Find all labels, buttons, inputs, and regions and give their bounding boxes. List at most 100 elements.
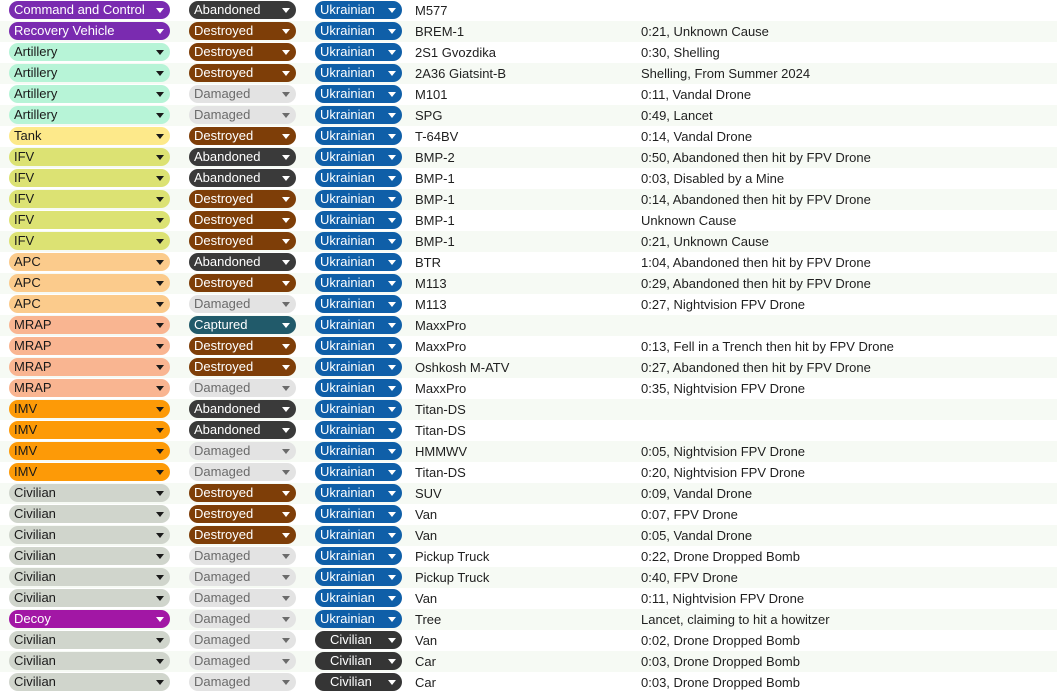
side-dropdown[interactable]: Ukrainian (315, 64, 402, 82)
status-dropdown[interactable]: Damaged (189, 379, 296, 397)
status-dropdown[interactable]: Damaged (189, 463, 296, 481)
vehicle-type-dropdown[interactable]: Artillery (9, 43, 170, 61)
status-dropdown[interactable]: Destroyed (189, 274, 296, 292)
vehicle-type-dropdown[interactable]: APC (9, 274, 170, 292)
side-dropdown[interactable]: Ukrainian (315, 211, 402, 229)
side-dropdown[interactable]: Ukrainian (315, 610, 402, 628)
status-dropdown[interactable]: Abandoned (189, 421, 296, 439)
vehicle-type-dropdown[interactable]: Civilian (9, 505, 170, 523)
vehicle-type-dropdown[interactable]: IMV (9, 421, 170, 439)
side-dropdown[interactable]: Civilian (315, 631, 402, 649)
vehicle-type-dropdown[interactable]: MRAP (9, 379, 170, 397)
status-dropdown[interactable]: Destroyed (189, 127, 296, 145)
vehicle-type-dropdown[interactable]: IMV (9, 463, 170, 481)
side-dropdown[interactable]: Ukrainian (315, 22, 402, 40)
vehicle-type-dropdown[interactable]: Decoy (9, 610, 170, 628)
status-dropdown[interactable]: Destroyed (189, 64, 296, 82)
table-row: APC Destroyed Ukrainian M113 0:29, Abandoned… (0, 273, 1057, 294)
status-dropdown[interactable]: Abandoned (189, 400, 296, 418)
status-dropdown[interactable]: Damaged (189, 295, 296, 313)
status-dropdown[interactable]: Abandoned (189, 253, 296, 271)
vehicle-type-dropdown[interactable]: MRAP (9, 316, 170, 334)
side-dropdown[interactable]: Ukrainian (315, 547, 402, 565)
vehicle-type-dropdown[interactable]: IMV (9, 442, 170, 460)
side-dropdown[interactable]: Ukrainian (315, 43, 402, 61)
vehicle-type-dropdown[interactable]: Civilian (9, 484, 170, 502)
status-dropdown[interactable]: Destroyed (189, 337, 296, 355)
status-dropdown[interactable]: Destroyed (189, 22, 296, 40)
status-dropdown[interactable]: Destroyed (189, 526, 296, 544)
side-dropdown[interactable]: Ukrainian (315, 337, 402, 355)
side-dropdown[interactable]: Civilian (315, 673, 402, 691)
status-dropdown[interactable]: Destroyed (189, 505, 296, 523)
status-dropdown[interactable]: Damaged (189, 673, 296, 691)
vehicle-type-dropdown[interactable]: Civilian (9, 673, 170, 691)
vehicle-type-dropdown[interactable]: MRAP (9, 358, 170, 376)
side-dropdown[interactable]: Ukrainian (315, 232, 402, 250)
vehicle-type-dropdown[interactable]: IFV (9, 148, 170, 166)
side-dropdown[interactable]: Ukrainian (315, 484, 402, 502)
status-dropdown[interactable]: Captured (189, 316, 296, 334)
side-dropdown[interactable]: Ukrainian (315, 190, 402, 208)
vehicle-type-dropdown[interactable]: APC (9, 295, 170, 313)
side-dropdown[interactable]: Ukrainian (315, 463, 402, 481)
status-dropdown[interactable]: Damaged (189, 589, 296, 607)
status-dropdown[interactable]: Destroyed (189, 43, 296, 61)
status-dropdown[interactable]: Abandoned (189, 148, 296, 166)
vehicle-type-dropdown[interactable]: IMV (9, 400, 170, 418)
side-dropdown[interactable]: Ukrainian (315, 568, 402, 586)
status-dropdown[interactable]: Abandoned (189, 169, 296, 187)
vehicle-type-dropdown[interactable]: Civilian (9, 589, 170, 607)
status-dropdown[interactable]: Damaged (189, 652, 296, 670)
side-dropdown[interactable]: Ukrainian (315, 379, 402, 397)
side-dropdown[interactable]: Ukrainian (315, 274, 402, 292)
status-dropdown[interactable]: Destroyed (189, 211, 296, 229)
vehicle-type-dropdown[interactable]: Recovery Vehicle (9, 22, 170, 40)
status-dropdown[interactable]: Destroyed (189, 190, 296, 208)
side-dropdown[interactable]: Ukrainian (315, 589, 402, 607)
vehicle-type-dropdown[interactable]: IFV (9, 169, 170, 187)
side-dropdown[interactable]: Ukrainian (315, 1, 402, 19)
side-dropdown[interactable]: Ukrainian (315, 316, 402, 334)
status-dropdown[interactable]: Damaged (189, 547, 296, 565)
status-dropdown[interactable]: Destroyed (189, 232, 296, 250)
vehicle-type-dropdown[interactable]: Tank (9, 127, 170, 145)
side-dropdown[interactable]: Ukrainian (315, 85, 402, 103)
vehicle-type-dropdown[interactable]: Command and Control (9, 1, 170, 19)
status-dropdown[interactable]: Damaged (189, 85, 296, 103)
side-dropdown[interactable]: Ukrainian (315, 358, 402, 376)
side-dropdown[interactable]: Ukrainian (315, 295, 402, 313)
vehicle-type-dropdown[interactable]: MRAP (9, 337, 170, 355)
side-dropdown[interactable]: Ukrainian (315, 505, 402, 523)
side-dropdown[interactable]: Ukrainian (315, 169, 402, 187)
vehicle-type-dropdown[interactable]: Civilian (9, 526, 170, 544)
side-dropdown[interactable]: Ukrainian (315, 421, 402, 439)
vehicle-type-dropdown[interactable]: IFV (9, 190, 170, 208)
vehicle-type-dropdown[interactable]: Civilian (9, 547, 170, 565)
vehicle-type-dropdown[interactable]: Civilian (9, 568, 170, 586)
vehicle-type-dropdown[interactable]: Artillery (9, 64, 170, 82)
status-dropdown[interactable]: Damaged (189, 610, 296, 628)
status-dropdown[interactable]: Destroyed (189, 484, 296, 502)
side-dropdown[interactable]: Ukrainian (315, 442, 402, 460)
side-dropdown[interactable]: Ukrainian (315, 400, 402, 418)
status-dropdown[interactable]: Destroyed (189, 358, 296, 376)
side-dropdown[interactable]: Civilian (315, 652, 402, 670)
vehicle-type-dropdown[interactable]: IFV (9, 232, 170, 250)
vehicle-type-dropdown[interactable]: Civilian (9, 631, 170, 649)
side-dropdown[interactable]: Ukrainian (315, 148, 402, 166)
vehicle-type-dropdown[interactable]: Artillery (9, 106, 170, 124)
vehicle-type-dropdown[interactable]: Civilian (9, 652, 170, 670)
side-dropdown[interactable]: Ukrainian (315, 127, 402, 145)
vehicle-type-dropdown[interactable]: APC (9, 253, 170, 271)
status-dropdown[interactable]: Damaged (189, 442, 296, 460)
status-dropdown[interactable]: Abandoned (189, 1, 296, 19)
status-dropdown[interactable]: Damaged (189, 568, 296, 586)
side-dropdown[interactable]: Ukrainian (315, 106, 402, 124)
status-dropdown[interactable]: Damaged (189, 631, 296, 649)
side-dropdown[interactable]: Ukrainian (315, 253, 402, 271)
status-dropdown[interactable]: Damaged (189, 106, 296, 124)
side-dropdown[interactable]: Ukrainian (315, 526, 402, 544)
vehicle-type-dropdown[interactable]: IFV (9, 211, 170, 229)
vehicle-type-dropdown[interactable]: Artillery (9, 85, 170, 103)
